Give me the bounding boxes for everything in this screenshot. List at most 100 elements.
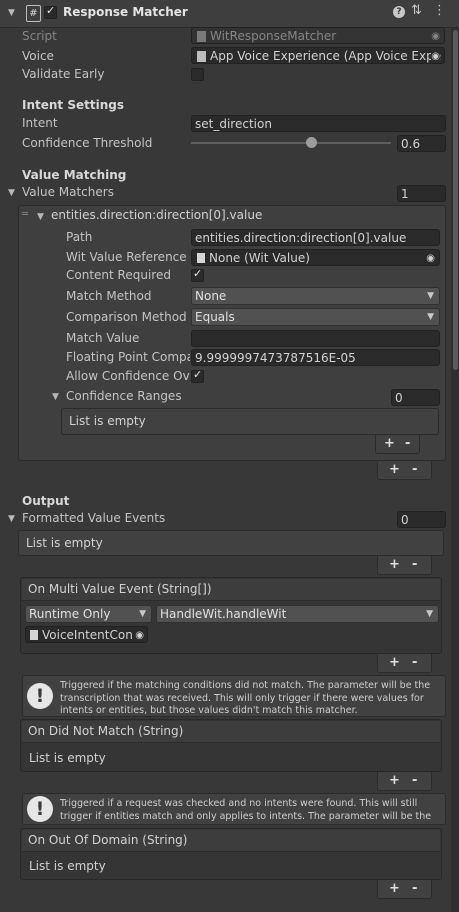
wit-value-file-icon <box>197 253 205 263</box>
chevron-down-icon: ▼ <box>426 609 433 619</box>
confidence-ranges-label: Confidence Ranges <box>66 389 182 403</box>
formatted-value-events-label: Formatted Value Events <box>22 511 166 525</box>
confidence-ranges-count[interactable]: 0 <box>391 389 440 406</box>
remove-button[interactable]: - <box>412 772 417 790</box>
script-field[interactable]: WitResponseMatcher ◉ <box>191 27 445 44</box>
path-input[interactable]: entities.direction:direction[0].value <box>191 229 440 246</box>
more-menu-icon[interactable]: ⋮ <box>433 3 446 18</box>
formatted-events-footer: + - <box>377 556 432 575</box>
component-title: Response Matcher <box>63 5 188 19</box>
voice-field[interactable]: App Voice Experience (App Voice Expe ◉ <box>191 47 445 64</box>
content-required-label: Content Required <box>66 268 171 282</box>
validate-early-checkbox[interactable] <box>191 68 204 81</box>
add-button[interactable]: + <box>389 556 400 574</box>
help-icon[interactable]: ? <box>393 6 405 18</box>
warning-icon: ! <box>27 796 53 822</box>
out-of-domain-panel: On Out Of Domain (String) List is empty <box>20 828 442 880</box>
collapse-arrow-icon[interactable]: ▼ <box>8 8 15 18</box>
wit-value-ref-field[interactable]: None (Wit Value) ◉ <box>191 249 440 266</box>
confidence-input[interactable]: 0.6 <box>397 135 446 152</box>
confidence-threshold-label: Confidence Threshold <box>22 136 153 150</box>
add-button[interactable]: + <box>389 772 400 790</box>
add-button[interactable]: + <box>389 880 400 898</box>
content-required-checkbox[interactable] <box>191 267 204 282</box>
intent-settings-header: Intent Settings <box>22 98 124 112</box>
match-value-input[interactable] <box>191 330 440 347</box>
remove-button[interactable]: - <box>412 461 417 479</box>
confidence-ranges-footer: + - <box>375 435 420 454</box>
multi-event-footer: + - <box>377 654 432 673</box>
empty-list-text: List is empty <box>29 751 106 765</box>
comparison-method-label: Comparison Method <box>66 310 187 324</box>
intent-label: Intent <box>22 116 58 130</box>
remove-button[interactable]: - <box>412 654 417 672</box>
voice-value: App Voice Experience (App Voice Expe <box>210 49 442 63</box>
allow-confidence-label: Allow Confidence Ove <box>66 369 190 383</box>
did-not-match-help-box: ! Triggered if the matching conditions d… <box>22 675 446 717</box>
object-picker-icon[interactable]: ◉ <box>431 28 440 43</box>
add-button[interactable]: + <box>384 435 395 453</box>
drag-handle-icon[interactable]: ═ <box>22 209 28 220</box>
warning-icon: ! <box>27 683 53 709</box>
confidence-slider-track[interactable] <box>191 142 391 144</box>
chevron-down-icon: ▼ <box>139 609 146 619</box>
floating-point-input[interactable]: 9.9999997473787516E-05 <box>191 349 440 366</box>
wit-value-ref-label: Wit Value Reference <box>66 250 187 264</box>
value-matchers-count[interactable]: 1 <box>397 185 446 202</box>
enabled-checkbox[interactable] <box>44 4 57 19</box>
did-not-match-title: On Did Not Match (String) <box>22 721 440 743</box>
handler-dropdown[interactable]: HandleWit.handleWit ▼ <box>156 605 439 623</box>
wit-value-ref-value: None (Wit Value) <box>209 251 310 265</box>
path-label: Path <box>66 230 93 244</box>
confidence-ranges-list: List is empty <box>61 408 439 435</box>
chevron-down-icon: ▼ <box>427 291 434 301</box>
add-button[interactable]: + <box>389 461 400 479</box>
formatted-events-fold-icon[interactable]: ▼ <box>8 514 15 524</box>
allow-confidence-checkbox[interactable] <box>191 368 204 383</box>
chevron-down-icon: ▼ <box>427 312 434 322</box>
formatted-value-events-list: List is empty <box>18 530 444 556</box>
preset-icon[interactable]: ⇅ <box>411 3 422 18</box>
target-object-value: VoiceIntentCon <box>42 628 133 642</box>
did-not-match-help-text: Triggered if the matching conditions did… <box>60 680 431 716</box>
match-value-label: Match Value <box>66 331 140 345</box>
handler-value: HandleWit.handleWit <box>160 607 287 621</box>
object-file-icon <box>30 630 38 640</box>
remove-button[interactable]: - <box>405 435 410 453</box>
empty-list-text: List is empty <box>29 859 106 873</box>
add-button[interactable]: + <box>389 654 400 672</box>
intent-input[interactable]: set_direction <box>191 115 446 132</box>
runtime-dropdown[interactable]: Runtime Only ▼ <box>25 605 152 623</box>
empty-list-text: List is empty <box>26 536 103 550</box>
comparison-method-dropdown[interactable]: Equals ▼ <box>191 308 440 326</box>
object-picker-icon[interactable]: ◉ <box>135 627 144 642</box>
script-file-icon <box>197 31 206 42</box>
floating-point-label: Floating Point Compari <box>66 350 190 364</box>
remove-button[interactable]: - <box>412 880 417 898</box>
matcher-element-title: entities.direction:direction[0].value <box>51 208 263 222</box>
match-method-label: Match Method <box>66 289 152 303</box>
empty-list-text: List is empty <box>69 414 146 428</box>
voice-object-icon <box>197 51 206 62</box>
target-object-field[interactable]: VoiceIntentCon ◉ <box>25 626 148 643</box>
multi-value-event-title: On Multi Value Event (String[]) <box>22 579 440 601</box>
formatted-value-events-count[interactable]: 0 <box>397 511 446 528</box>
object-picker-icon[interactable]: ◉ <box>431 48 440 63</box>
confidence-slider-handle[interactable] <box>306 137 317 148</box>
match-method-dropdown[interactable]: None ▼ <box>191 287 440 305</box>
element-fold-icon[interactable]: ▼ <box>37 212 44 222</box>
did-not-match-footer: + - <box>377 772 432 791</box>
output-header: Output <box>22 494 70 508</box>
value-matchers-footer: + - <box>377 461 432 480</box>
out-of-domain-title: On Out Of Domain (String) <box>22 830 440 852</box>
remove-button[interactable]: - <box>412 556 417 574</box>
value-matchers-fold-icon[interactable]: ▼ <box>8 188 15 198</box>
object-picker-icon[interactable]: ◉ <box>426 250 435 265</box>
script-value: WitResponseMatcher <box>210 29 337 43</box>
scrollbar-thumb[interactable] <box>453 30 458 370</box>
confidence-ranges-fold-icon[interactable]: ▼ <box>52 392 59 402</box>
match-method-value: None <box>195 289 227 303</box>
validate-early-label: Validate Early <box>22 67 105 81</box>
value-matchers-label: Value Matchers <box>22 185 114 199</box>
out-of-domain-footer: + - <box>377 880 432 899</box>
